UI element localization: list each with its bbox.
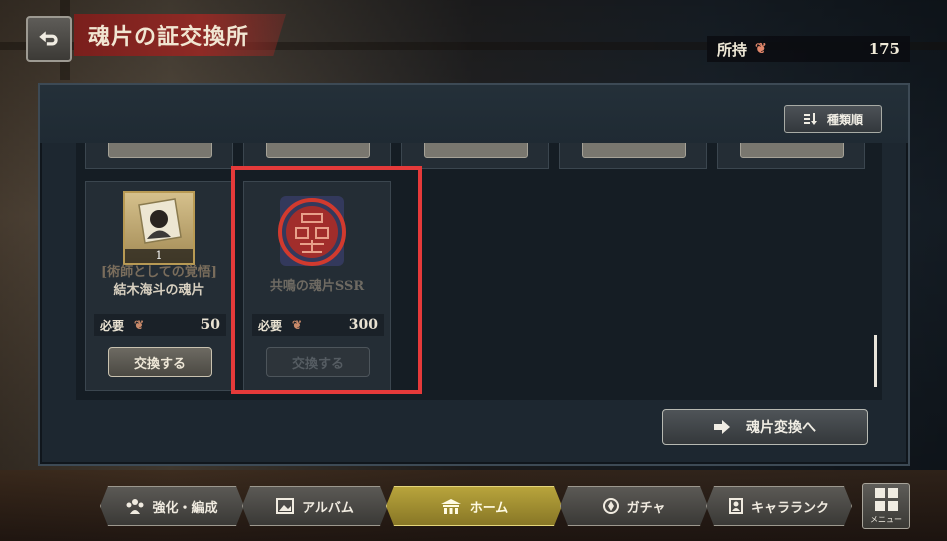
character-rank-icon <box>729 498 743 514</box>
panel-header <box>40 85 908 143</box>
list-item <box>717 143 865 169</box>
grid-icon <box>874 487 898 511</box>
menu-button[interactable]: メニュー <box>862 483 910 529</box>
soul-shard-icon: ❦ <box>755 41 767 57</box>
soul-convert-label: 魂片変換へ <box>746 420 816 436</box>
sort-button[interactable]: 種類順 <box>784 105 882 133</box>
nav-item-album[interactable]: アルバム <box>242 486 388 526</box>
exchange-button[interactable] <box>108 143 212 158</box>
scrollbar-thumb[interactable] <box>874 335 877 387</box>
list-item <box>401 143 549 169</box>
page-title: 魂片の証交換所 <box>88 24 250 50</box>
exchange-button[interactable]: 交換する <box>108 347 212 377</box>
owned-value: 175 <box>868 40 900 58</box>
item-thumbnail: 1 <box>123 191 195 265</box>
soul-shard-icon: ❦ <box>134 318 145 332</box>
nav-label: 強化・編成 <box>152 500 218 516</box>
nav-item-character-rank[interactable]: キャラランク <box>706 486 852 526</box>
nav-label: ホーム <box>469 500 509 516</box>
arrow-right-icon <box>714 420 730 434</box>
nav-label: アルバム <box>302 500 354 516</box>
back-arrow-icon <box>39 31 58 46</box>
item-list[interactable]: 1 [術師としての覚悟] 結木海斗の魂片 必要 ❦ 50 交換する 共鳴の魂片S… <box>76 143 882 400</box>
item-name: [術師としての覚悟] 結木海斗の魂片 <box>86 264 232 300</box>
item-quantity: 1 <box>125 249 193 263</box>
title-banner: 魂片の証交換所 <box>74 14 286 56</box>
sort-icon <box>803 113 817 125</box>
selection-highlight <box>231 166 422 394</box>
character-portrait <box>138 198 182 244</box>
home-icon <box>440 498 462 514</box>
nav-item-gacha[interactable]: ガチャ <box>560 486 708 526</box>
album-icon <box>276 498 294 514</box>
owned-currency: 所持 ❦ 175 <box>707 36 910 62</box>
exchange-button[interactable] <box>582 143 686 158</box>
sort-label: 種類順 <box>826 112 863 127</box>
nav-item-enhance[interactable]: 強化・編成 <box>100 486 244 526</box>
list-item[interactable]: 1 [術師としての覚悟] 結木海斗の魂片 必要 ❦ 50 交換する <box>85 181 233 391</box>
menu-label: メニュー <box>870 514 902 524</box>
item-name-line2: 結木海斗の魂片 <box>113 283 205 298</box>
exchange-button[interactable] <box>266 143 370 158</box>
required-label: 必要 <box>100 318 125 333</box>
required-amount: 50 <box>200 317 220 333</box>
exchange-button[interactable] <box>424 143 528 158</box>
owned-label: 所持 <box>717 40 748 59</box>
nav-item-home[interactable]: ホーム <box>386 486 562 526</box>
back-button[interactable] <box>26 16 72 62</box>
list-item <box>85 143 233 169</box>
exchange-button[interactable] <box>740 143 844 158</box>
nav-label: キャラランク <box>750 500 829 516</box>
nav-label: ガチャ <box>626 500 666 516</box>
soul-convert-button[interactable]: 魂片変換へ <box>662 409 868 445</box>
gacha-icon <box>603 498 619 514</box>
item-name-line1: [術師としての覚悟] <box>101 265 217 280</box>
list-item <box>559 143 707 169</box>
required-cost: 必要 ❦ 50 <box>94 314 226 336</box>
team-icon <box>126 498 144 514</box>
